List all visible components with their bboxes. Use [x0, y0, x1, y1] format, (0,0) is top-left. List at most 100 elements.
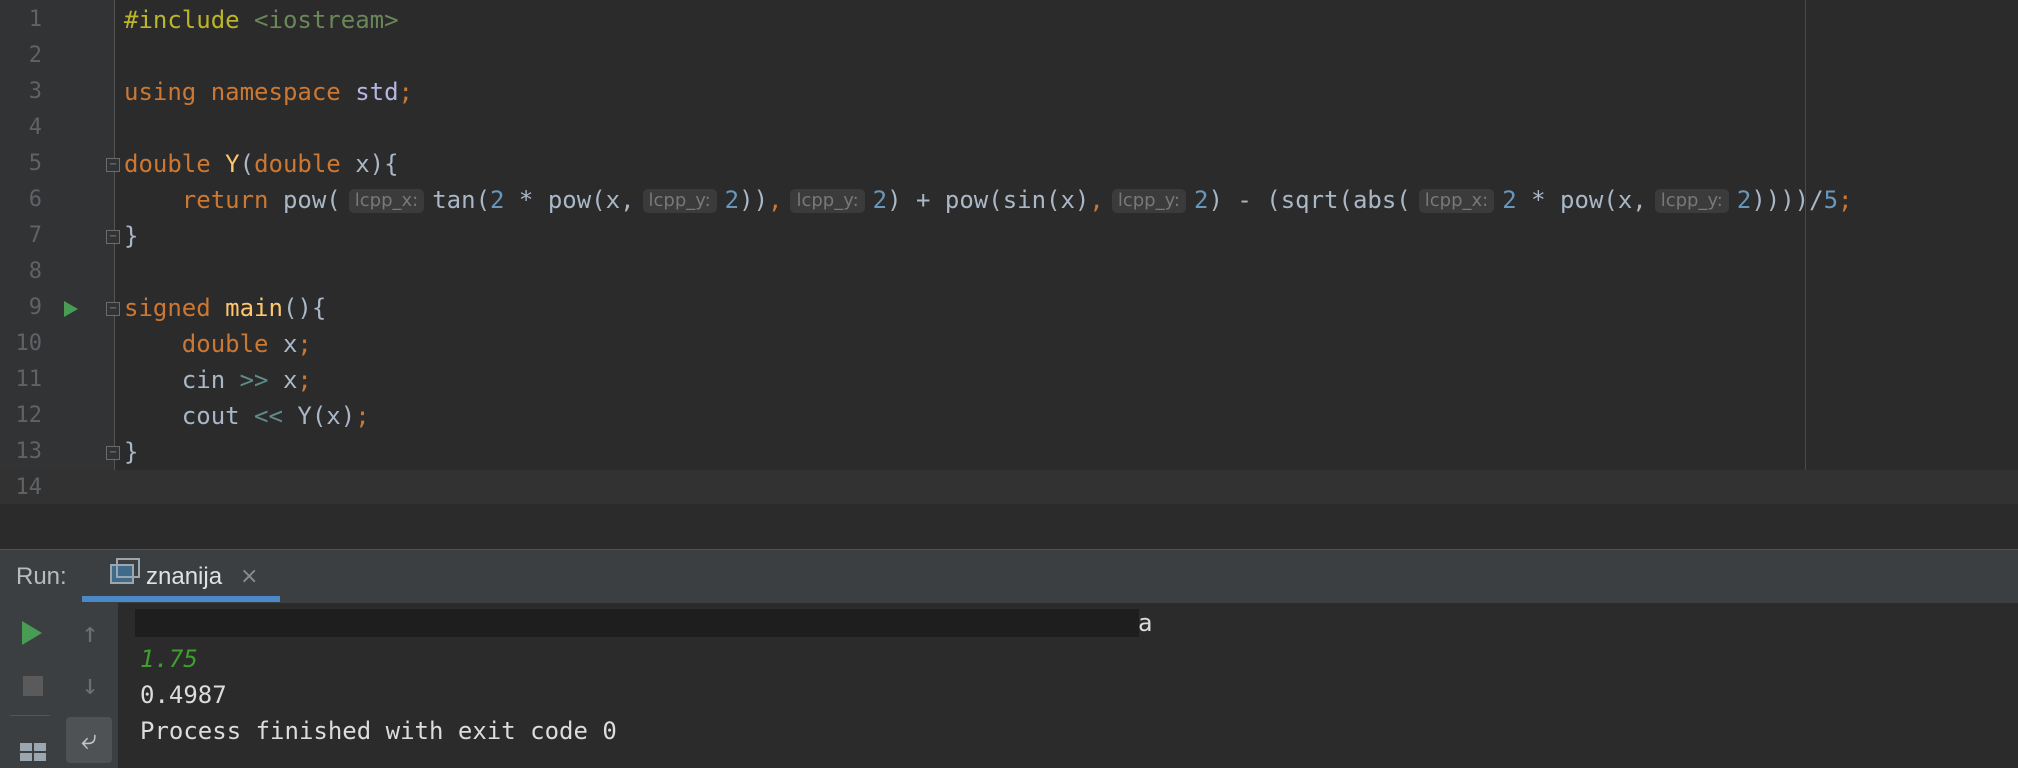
line-number: 8: [28, 259, 42, 284]
namespace-name: std: [340, 78, 399, 106]
run-console[interactable]: ↑ ↓ ⤶ a 1.75 0.4987 Process finished wit…: [0, 603, 2018, 768]
code-line-5[interactable]: 5 − double Y(double x){: [0, 146, 2018, 182]
parameter-hint: lcpp_y:: [642, 189, 717, 213]
code-line-13[interactable]: 13 − }: [0, 434, 2018, 470]
code-line-14[interactable]: 14: [0, 470, 2018, 503]
code-text: cin: [181, 366, 240, 394]
up-arrow-icon[interactable]: ↑: [70, 613, 110, 653]
number-literal: 2: [490, 186, 505, 214]
keyword: using: [124, 78, 197, 106]
layout-button[interactable]: [12, 727, 52, 767]
semicolon: ;: [1838, 186, 1853, 214]
fold-marker-icon[interactable]: −: [106, 446, 120, 460]
code-line-12[interactable]: 12 cout << Y(x);: [0, 398, 2018, 434]
exit-message: Process finished with exit code 0: [140, 717, 617, 745]
keyword: return: [181, 186, 269, 214]
include-path: <iostream>: [239, 6, 399, 34]
number-literal: 2: [1194, 186, 1209, 214]
parameter-hint: lcpp_y:: [1654, 189, 1729, 213]
code-text: ) - (sqrt(abs(: [1208, 186, 1411, 214]
type-keyword: double: [254, 150, 341, 178]
active-tab-indicator: [82, 596, 280, 602]
parameter-hint: lcpp_x:: [348, 189, 425, 213]
fold-marker-icon[interactable]: −: [106, 230, 120, 244]
soft-wrap-icon[interactable]: ⤶: [66, 717, 112, 763]
panel-splitter[interactable]: [0, 503, 2018, 550]
parameter-hint: lcpp_x:: [1418, 189, 1495, 213]
code-line-1[interactable]: 1 #include <iostream>: [0, 2, 2018, 38]
code-text: ))))/: [1751, 186, 1824, 214]
comma: ,: [768, 186, 783, 214]
number-literal: 5: [1823, 186, 1839, 214]
stream-operator: >>: [239, 366, 269, 394]
run-label: Run:: [16, 563, 67, 590]
line-number: 5: [28, 151, 42, 176]
code-line-3[interactable]: 3 using namespace std;: [0, 74, 2018, 110]
run-tool-window-header: Run: znanija ×: [0, 549, 2018, 603]
console-output: 0.4987: [140, 681, 227, 709]
code-line-6[interactable]: 6 return pow(lcpp_x: tan(2 * pow(x, lcpp_y…: [0, 182, 2018, 218]
code-line-7[interactable]: 7 − }: [0, 218, 2018, 254]
toolbar-divider: [10, 715, 50, 716]
code-text: Y(x): [282, 402, 356, 430]
code-line-9[interactable]: 9 − signed main(){: [0, 290, 2018, 326]
redacted-path: [135, 609, 1139, 637]
tab-znanija[interactable]: znanija ×: [82, 550, 280, 602]
code-text: tan(: [432, 186, 491, 214]
code-text: )): [739, 186, 769, 214]
line-number: 11: [15, 367, 43, 392]
code-line-11[interactable]: 11 cin >> x;: [0, 362, 2018, 398]
function-name: Y: [210, 150, 240, 178]
fold-marker-icon[interactable]: −: [106, 158, 120, 172]
paren: (: [239, 150, 255, 178]
line-number: 3: [28, 79, 42, 104]
parameter-hint: lcpp_y:: [1111, 189, 1186, 213]
console-window-icon: [110, 558, 140, 584]
close-icon[interactable]: ×: [240, 562, 258, 592]
stop-button[interactable]: [12, 665, 52, 705]
console-toolbar: ↑ ↓ ⤶: [0, 603, 119, 768]
redacted-path-tail: a: [1138, 609, 1153, 637]
stream-operator: <<: [254, 402, 283, 430]
fold-marker-icon[interactable]: −: [106, 302, 120, 316]
line-number: 9: [28, 295, 42, 320]
code-line-4[interactable]: 4: [0, 110, 2018, 146]
number-literal: 2: [1502, 186, 1517, 214]
line-number: 6: [28, 187, 42, 212]
line-number: 13: [15, 439, 43, 464]
code-line-10[interactable]: 10 double x;: [0, 326, 2018, 362]
code-text: x: [268, 330, 298, 358]
code-text: x: [268, 366, 298, 394]
keyword: signed: [124, 294, 211, 322]
run-triangle-icon[interactable]: [64, 301, 78, 317]
code-text: cout: [181, 402, 255, 430]
code-line-8[interactable]: 8: [0, 254, 2018, 290]
semicolon: ;: [398, 78, 413, 106]
semicolon: ;: [297, 330, 312, 358]
code-line-2[interactable]: 2: [0, 38, 2018, 74]
line-number: 12: [15, 403, 43, 428]
code-text: * pow(x,: [504, 186, 635, 214]
code-text: x){: [340, 150, 399, 178]
number-literal: 2: [724, 186, 740, 214]
code-text: (){: [282, 294, 327, 322]
semicolon: ;: [297, 366, 312, 394]
line-number: 10: [15, 331, 43, 356]
line-number: 14: [15, 475, 43, 500]
code-text: pow(: [268, 186, 341, 214]
closing-brace: }: [124, 222, 139, 250]
number-literal: 2: [1736, 186, 1752, 214]
line-number: 7: [28, 223, 42, 248]
parameter-hint: lcpp_y:: [790, 189, 865, 213]
line-number: 4: [28, 115, 42, 140]
down-arrow-icon[interactable]: ↓: [70, 665, 110, 705]
rerun-button[interactable]: [12, 613, 52, 653]
code-editor[interactable]: 1 #include <iostream> 2 3 using namespac…: [0, 0, 2018, 503]
type-keyword: double: [181, 330, 269, 358]
console-input-echo: 1.75: [140, 645, 198, 673]
keyword: namespace: [196, 78, 341, 106]
